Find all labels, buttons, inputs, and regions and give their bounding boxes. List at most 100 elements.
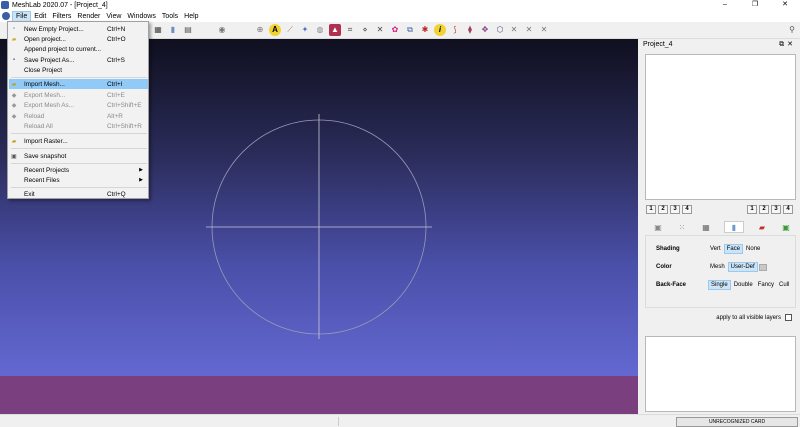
close-button[interactable]: ✕: [770, 0, 800, 10]
menu-item-new-project[interactable]: ▫ New Empty Project... Ctrl+N: [9, 24, 148, 34]
layer-list[interactable]: [645, 54, 796, 200]
menu-item-open-project[interactable]: ▰ Open project... Ctrl+O: [9, 34, 148, 44]
menu-windows[interactable]: Windows: [124, 11, 158, 22]
text-tool-icon[interactable]: ▮: [167, 24, 179, 36]
backface-fancy-option[interactable]: Fancy: [756, 281, 776, 289]
color-userdef-option[interactable]: User-Def: [727, 262, 758, 272]
select-connected-icon[interactable]: ✕: [374, 24, 386, 36]
layer-buttons-left: 1 2 3 4: [646, 205, 692, 214]
log-panel[interactable]: [645, 336, 796, 412]
blank-icon: [10, 176, 18, 184]
blank-icon: [10, 166, 18, 174]
menu-item-label: Recent Files: [24, 176, 60, 184]
select-vert-icon[interactable]: ✕: [523, 24, 535, 36]
apply-all-checkbox[interactable]: [785, 314, 792, 321]
minimize-button[interactable]: –: [710, 0, 740, 10]
points-mode-icon[interactable]: ⁙: [677, 222, 687, 232]
menu-separator: [11, 77, 147, 78]
backface-single-option[interactable]: Single: [708, 280, 731, 290]
rainbow-icon[interactable]: ✿: [389, 24, 401, 36]
align-icon[interactable]: ⧉: [404, 24, 416, 36]
color-row: Color Mesh User-Def: [656, 262, 767, 272]
select-vertices-icon[interactable]: ⌗: [344, 24, 356, 36]
bbox-mode-icon[interactable]: ▣: [653, 222, 663, 232]
menu-item-close-project[interactable]: Close Project: [9, 65, 148, 75]
menu-item-recent-files[interactable]: Recent Files ▶: [9, 175, 148, 185]
menu-item-reload-all[interactable]: Reload All Ctrl+Shift+R: [9, 121, 148, 131]
menu-view[interactable]: View: [103, 11, 124, 22]
select-z-icon[interactable]: ✕: [508, 24, 520, 36]
info-icon[interactable]: i: [434, 24, 446, 36]
app-menu-icon[interactable]: [2, 12, 10, 20]
backface-cull-option[interactable]: Cull: [777, 281, 791, 289]
blank-icon: [10, 66, 18, 74]
file-menu-dropdown: ▫ New Empty Project... Ctrl+N ▰ Open pro…: [7, 21, 149, 199]
menu-render[interactable]: Render: [74, 11, 103, 22]
shading-vert-option[interactable]: Vert: [708, 245, 723, 253]
shading-face-option[interactable]: Face: [723, 244, 744, 254]
texture-icon[interactable]: ⧫: [464, 24, 476, 36]
wireframe-mode-icon[interactable]: ▦: [701, 222, 711, 232]
menu-item-save-project-as[interactable]: ▪ Save Project As... Ctrl+S: [9, 55, 148, 65]
submenu-arrow-icon: ▶: [139, 177, 143, 183]
menu-item-shortcut: Ctrl+E: [107, 91, 125, 99]
menu-item-label: Import Mesh...: [24, 80, 65, 88]
manipulator-icon[interactable]: ✥: [479, 24, 491, 36]
select-face-z-icon[interactable]: ✕: [538, 24, 550, 36]
pick-points-icon[interactable]: ✦: [299, 24, 311, 36]
menu-item-shortcut: Ctrl+Shift+E: [107, 101, 142, 109]
light-icon[interactable]: ◍: [314, 24, 326, 36]
raster-button-4[interactable]: 4: [783, 205, 793, 214]
status-message-area: [338, 417, 673, 426]
trackball-icon[interactable]: ⊕: [254, 24, 266, 36]
menu-item-label: Export Mesh...: [24, 91, 66, 99]
layer-button-2[interactable]: 2: [658, 205, 668, 214]
layer-dialog-icon[interactable]: ▦: [152, 24, 164, 36]
menu-item-reload[interactable]: ◆ Reload Alt+R: [9, 111, 148, 121]
color-label: Color: [656, 264, 672, 270]
user-color-swatch[interactable]: [758, 263, 767, 271]
menu-filters[interactable]: Filters: [49, 11, 74, 22]
new-project-icon: ▫: [12, 26, 16, 32]
search-icon[interactable]: ⚲: [786, 24, 798, 36]
color-mesh-option[interactable]: Mesh: [708, 263, 727, 271]
menu-item-recent-projects[interactable]: Recent Projects ▶: [9, 165, 148, 175]
fill-hole-icon[interactable]: ⬡: [494, 24, 506, 36]
points-render-icon[interactable]: ◉: [216, 24, 228, 36]
shading-none-option[interactable]: None: [744, 245, 762, 253]
shading-label: Shading: [656, 246, 680, 252]
menu-edit[interactable]: Edit: [31, 11, 49, 22]
import-mesh-icon: ▰: [11, 81, 17, 88]
select-faces-icon[interactable]: ⋄: [359, 24, 371, 36]
menu-item-save-snapshot[interactable]: ▣ Save snapshot: [9, 151, 148, 161]
menu-item-import-raster[interactable]: ▰ Import Raster...: [9, 136, 148, 146]
dock-float-close-icon[interactable]: ⧉✕: [779, 40, 796, 49]
texture-mode-icon[interactable]: ▰: [757, 222, 767, 232]
menu-item-import-mesh[interactable]: ▰ Import Mesh... Ctrl+I: [9, 79, 148, 89]
menu-help[interactable]: Help: [181, 11, 201, 22]
quality-map-icon[interactable]: ✱: [419, 24, 431, 36]
layer-button-3[interactable]: 3: [670, 205, 680, 214]
menu-item-export-mesh[interactable]: ◆ Export Mesh... Ctrl+E: [9, 90, 148, 100]
color-mode-icon[interactable]: ▣: [781, 222, 791, 232]
menu-item-export-mesh-as[interactable]: ◆ Export Mesh As... Ctrl+Shift+E: [9, 100, 148, 110]
menu-tools[interactable]: Tools: [159, 11, 181, 22]
maximize-button[interactable]: ❐: [740, 0, 770, 10]
menu-file[interactable]: File: [12, 10, 32, 22]
raster-button-2[interactable]: 2: [759, 205, 769, 214]
raster-button-3[interactable]: 3: [771, 205, 781, 214]
bbox-icon[interactable]: ▤: [182, 24, 194, 36]
raster-button-1[interactable]: 1: [747, 205, 757, 214]
menu-item-shortcut: Ctrl+N: [107, 25, 126, 33]
ruler-icon[interactable]: ⟆: [449, 24, 461, 36]
backface-double-option[interactable]: Double: [732, 281, 755, 289]
annotation-icon[interactable]: A: [269, 24, 281, 36]
layer-button-1[interactable]: 1: [646, 205, 656, 214]
layer-button-4[interactable]: 4: [682, 205, 692, 214]
menu-item-exit[interactable]: Exit Ctrl+Q: [9, 189, 148, 199]
apply-all-row: apply to all visible layers: [716, 314, 792, 321]
menu-item-append-project[interactable]: Append project to current...: [9, 44, 148, 54]
paint-icon[interactable]: ▲: [329, 24, 341, 36]
solid-mode-icon[interactable]: ▮: [724, 221, 744, 233]
measure-tool-icon[interactable]: ⟋: [284, 24, 296, 36]
